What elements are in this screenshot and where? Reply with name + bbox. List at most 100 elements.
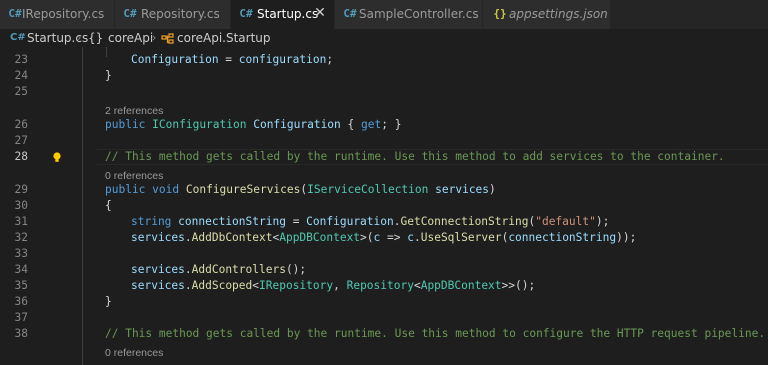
code-text: } — [105, 69, 112, 82]
tab-irepository[interactable]: C# IRepository.cs — [0, 0, 115, 29]
code-token: configuration — [238, 53, 327, 66]
code-token: IConfiguration — [152, 118, 247, 131]
code-line: 37 — [0, 310, 768, 326]
code-token: AppDBContext — [420, 279, 502, 292]
lightbulb-icon[interactable] — [52, 152, 62, 162]
line-number: 26 — [14, 118, 28, 131]
tab-label: SampleController.cs — [359, 7, 479, 21]
code-token: = — [285, 215, 307, 228]
code-token: connectionString — [508, 231, 617, 244]
code-line: 30 { — [0, 198, 768, 214]
code-editor[interactable]: 23 Configuration = configuration; 24 } 2… — [0, 47, 768, 365]
code-line: 26 public IConfiguration Configuration {… — [0, 117, 768, 133]
breadcrumb-namespace[interactable]: coreApi — [108, 29, 153, 47]
code-text: services.AddDbContext<AppDBContext>(c =>… — [131, 230, 636, 246]
code-token: services — [131, 263, 185, 276]
code-token: >>(); — [501, 279, 536, 292]
csharp-icon: C# — [239, 7, 253, 20]
breadcrumb: C# Startup.cs › {} coreApi › coreApi.Sta… — [0, 29, 768, 47]
code-token: ); — [595, 215, 610, 228]
line-number: 25 — [14, 85, 28, 98]
code-comment: // This method gets called by the runtim… — [105, 327, 766, 340]
code-token: < — [413, 279, 421, 292]
code-token: AddDbContext — [191, 231, 273, 244]
code-token: < — [252, 279, 260, 292]
csharp-icon: C# — [343, 7, 357, 20]
codelens-references[interactable]: 0 references — [105, 169, 163, 183]
tab-samplecontroller[interactable]: C# SampleController.cs — [335, 0, 483, 29]
namespace-icon: {} — [88, 31, 104, 45]
code-line: 36 } — [0, 294, 768, 310]
chevron-right-icon: › — [152, 31, 157, 44]
code-text: { — [105, 199, 112, 212]
code-token: . — [184, 263, 192, 276]
code-token: connectionString — [178, 215, 286, 228]
code-line: 29 public void ConfigureServices(IServic… — [0, 182, 768, 198]
code-token: services — [435, 183, 490, 196]
code-token: services — [131, 279, 185, 292]
csharp-icon: C# — [10, 32, 26, 43]
code-line: 35 services.AddScoped<IRepository, Repos… — [0, 278, 768, 294]
json-icon: {} — [493, 7, 507, 20]
code-line: 25 — [0, 84, 768, 100]
code-text: services.AddScoped<IRepository, Reposito… — [131, 278, 535, 294]
line-number: 33 — [14, 247, 28, 260]
line-number: 38 — [14, 327, 28, 340]
line-number: 37 — [14, 311, 28, 324]
codelens-references[interactable]: 0 references — [105, 346, 163, 360]
line-number: 34 — [14, 263, 28, 276]
csharp-icon: C# — [8, 7, 22, 20]
line-number: 32 — [14, 231, 28, 244]
code-token: c — [407, 231, 414, 244]
close-icon[interactable]: ✕ — [312, 5, 328, 21]
editor-tab-bar: C# IRepository.cs C# Repository.cs C# St… — [0, 0, 768, 29]
tab-repository[interactable]: C# Repository.cs — [115, 0, 231, 29]
code-line: 28 // This method gets called by the run… — [0, 149, 768, 165]
line-number: 31 — [14, 215, 28, 228]
tab-label: Repository.cs — [141, 7, 220, 21]
code-token: public — [105, 183, 146, 196]
code-token: { — [340, 118, 361, 131]
code-token: = — [218, 53, 239, 66]
code-token: AppDBContext — [279, 231, 361, 244]
code-line: 33 — [0, 246, 768, 262]
code-text: public void ConfigureServices(IServiceCo… — [105, 182, 496, 198]
codelens-references[interactable]: 2 references — [105, 104, 163, 118]
breadcrumb-class[interactable]: coreApi.Startup — [177, 29, 271, 47]
code-line: 38 // This method gets called by the run… — [0, 326, 768, 342]
code-token: ; } — [381, 118, 402, 131]
code-text: string connectionString = Configuration.… — [131, 214, 609, 230]
code-token: get — [361, 118, 382, 131]
tab-startup[interactable]: C# Startup.cs ✕ — [231, 0, 335, 29]
line-number: 24 — [14, 69, 28, 82]
line-number: 30 — [14, 199, 28, 212]
code-token: IServiceCollection — [307, 183, 429, 196]
code-token: ; — [326, 53, 334, 66]
line-number: 29 — [14, 183, 28, 196]
code-token: Configuration — [253, 118, 341, 131]
code-line: 24 } — [0, 68, 768, 84]
class-icon — [161, 32, 174, 44]
line-number: 23 — [14, 53, 28, 66]
tab-label: Startup.cs — [257, 7, 319, 21]
code-token: . — [184, 231, 192, 244]
code-token: IRepository — [259, 279, 334, 292]
code-token: void — [152, 183, 180, 196]
line-number: 27 — [14, 134, 28, 147]
code-token: . — [184, 279, 192, 292]
code-line: 27 — [0, 133, 768, 149]
code-token: , — [333, 279, 347, 292]
code-text: } — [105, 295, 112, 308]
line-number: 36 — [14, 295, 28, 308]
csharp-icon: C# — [123, 7, 137, 20]
tab-appsettings[interactable]: {} appsettings.json — [483, 0, 611, 29]
code-token: services — [131, 231, 185, 244]
code-token: (); — [285, 263, 307, 276]
code-token: ConfigureServices — [185, 183, 301, 196]
code-token: GetConnectionString — [400, 215, 529, 228]
code-token: => — [380, 231, 408, 244]
tab-label: IRepository.cs — [22, 7, 105, 21]
code-line: 23 Configuration = configuration; — [0, 52, 768, 68]
chevron-right-icon: › — [77, 31, 82, 44]
